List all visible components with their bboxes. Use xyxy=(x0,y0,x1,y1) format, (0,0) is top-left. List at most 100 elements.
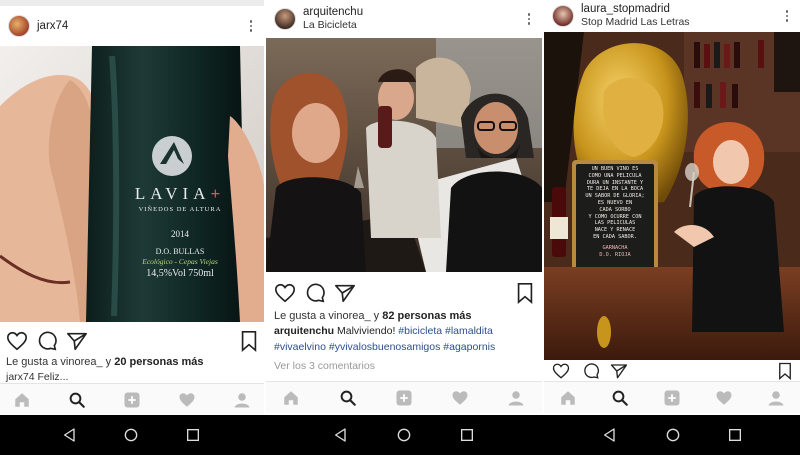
chalk-line: LAS PELICULAS xyxy=(594,220,636,227)
location[interactable]: La Bicicleta xyxy=(303,19,524,32)
chalk-line: Y COMO OCURRE CON xyxy=(588,213,642,220)
comment-icon[interactable] xyxy=(582,362,600,380)
add-icon[interactable] xyxy=(123,391,141,409)
label-do: D.O. BULLAS xyxy=(155,247,205,256)
profile-icon[interactable] xyxy=(767,389,785,407)
home-circle-icon[interactable] xyxy=(665,427,681,443)
likes-summary[interactable]: Le gusta a vinorea_ y 20 personas más xyxy=(6,356,204,368)
label-brand-mark: + xyxy=(210,184,226,203)
back-icon[interactable] xyxy=(602,427,618,443)
home-circle-icon[interactable] xyxy=(396,427,412,443)
comment-icon[interactable] xyxy=(36,330,58,352)
chalk-line: CADA SORBO xyxy=(599,206,631,213)
heart-icon[interactable] xyxy=(552,362,570,380)
chalk-line: UN BUEN VINO ES xyxy=(591,166,639,172)
post-panel-laura-stopmadrid: laura_stopmadrid Stop Madrid Las Letras xyxy=(544,0,800,415)
add-icon[interactable] xyxy=(395,389,413,407)
chalk-line: ES NUEVO EN xyxy=(597,199,633,206)
hashtag[interactable]: #lamaldita xyxy=(445,325,493,337)
bookmark-icon[interactable] xyxy=(776,362,794,380)
likes-prefix: Le gusta a vinorea_ y xyxy=(6,356,115,368)
chalk-line: COMO UNA PELICULA xyxy=(588,172,642,179)
share-icon[interactable] xyxy=(334,282,356,304)
comment-icon[interactable] xyxy=(304,282,326,304)
post-photo-wine-bottle[interactable]: LAVIA+ VIÑEDOS DE ALTURA 2014 D.O. BULLA… xyxy=(0,46,264,322)
label-brand: LAVIA xyxy=(134,184,211,203)
post-caption: arquitenchu Malviviendo! #bicicleta #lam… xyxy=(274,323,536,355)
hashtag[interactable]: #bicicleta xyxy=(398,325,442,337)
likes-prefix: Le gusta a vinorea_ y xyxy=(274,310,383,322)
share-icon[interactable] xyxy=(610,362,628,380)
heart-icon[interactable] xyxy=(274,282,296,304)
activity-heart-icon[interactable] xyxy=(178,391,196,409)
chalk-line: NACE Y RENACE xyxy=(594,227,636,234)
label-subtitle: VIÑEDOS DE ALTURA xyxy=(138,206,222,213)
profile-icon[interactable] xyxy=(233,391,251,409)
back-icon[interactable] xyxy=(62,427,78,443)
post-header: arquitenchu La Bicicleta xyxy=(266,5,542,33)
likes-count: 82 personas más xyxy=(382,310,472,322)
bottom-navbar xyxy=(544,381,800,413)
location[interactable]: Stop Madrid Las Letras xyxy=(581,16,782,29)
recents-icon[interactable] xyxy=(185,427,201,443)
likes-count: 20 personas más xyxy=(114,356,204,368)
caption-username[interactable]: arquitenchu xyxy=(274,325,334,337)
username[interactable]: arquitenchu xyxy=(303,6,524,19)
chalk-line: EN CADA SABOR. xyxy=(593,233,637,240)
chalk-line: UN SABOR DE GLORIA; xyxy=(585,193,645,200)
home-icon[interactable] xyxy=(282,389,300,407)
home-icon[interactable] xyxy=(559,389,577,407)
more-options-icon[interactable] xyxy=(782,10,792,22)
chalk-line: DURA UN INSTANTE Y xyxy=(586,179,644,186)
chalk-line: TE DEJA EN LA BOCA xyxy=(586,186,644,193)
bookmark-icon[interactable] xyxy=(238,330,260,352)
chalkboard: UN BUEN VINO ES COMO UNA PELICULA DURA U… xyxy=(578,166,652,258)
search-icon[interactable] xyxy=(339,389,357,407)
status-strip xyxy=(0,0,264,6)
hashtag[interactable]: #yvivalosbuenosamigos xyxy=(329,341,440,353)
chalk-footer: GARNACHA xyxy=(602,244,628,251)
hashtag[interactable]: #vivaelvino xyxy=(274,341,326,353)
chalk-footer: D.O. RIOJA xyxy=(599,251,631,258)
label-year: 2014 xyxy=(171,229,189,239)
bottom-navbar xyxy=(266,381,542,413)
post-actions xyxy=(0,330,264,354)
selfie-illustration xyxy=(266,38,542,272)
home-icon[interactable] xyxy=(13,391,31,409)
post-photo-friends-selfie[interactable] xyxy=(266,38,542,272)
view-comments-link[interactable]: Ver los 3 comentarios xyxy=(274,360,375,372)
profile-icon[interactable] xyxy=(507,389,525,407)
back-icon[interactable] xyxy=(333,427,349,443)
avatar[interactable] xyxy=(552,5,574,27)
username[interactable]: laura_stopmadrid xyxy=(581,3,782,16)
post-photo-lion-bar[interactable]: UN BUEN VINO ES COMO UNA PELICULA DURA U… xyxy=(544,32,800,360)
post-header: laura_stopmadrid Stop Madrid Las Letras xyxy=(544,2,800,30)
post-panel-arquitenchu: arquitenchu La Bicicleta Le gusta a vino… xyxy=(266,0,542,415)
activity-heart-icon[interactable] xyxy=(451,389,469,407)
bottle-label: LAVIA+ VIÑEDOS DE ALTURA 2014 D.O. BULLA… xyxy=(122,184,238,279)
bottom-navbar xyxy=(0,383,264,415)
recents-icon[interactable] xyxy=(727,427,743,443)
activity-heart-icon[interactable] xyxy=(715,389,733,407)
label-abv: 14,5%Vol 750ml xyxy=(146,268,214,279)
username[interactable]: jarx74 xyxy=(37,20,246,33)
search-icon[interactable] xyxy=(611,389,629,407)
more-options-icon[interactable] xyxy=(246,20,256,32)
home-circle-icon[interactable] xyxy=(123,427,139,443)
post-panel-jarx74: jarx74 LAVIA+ VIÑEDOS DE ALTURA 2014 D.O… xyxy=(0,0,264,415)
avatar[interactable] xyxy=(8,15,30,37)
hashtag[interactable]: #agapornis xyxy=(443,341,495,353)
caption-text: Malviviendo! xyxy=(334,325,399,337)
avatar[interactable] xyxy=(274,8,296,30)
post-actions xyxy=(266,282,542,306)
likes-summary[interactable]: Le gusta a vinorea_ y 82 personas más xyxy=(274,310,472,322)
more-options-icon[interactable] xyxy=(524,13,534,25)
recents-icon[interactable] xyxy=(459,427,475,443)
add-icon[interactable] xyxy=(663,389,681,407)
heart-icon[interactable] xyxy=(6,330,28,352)
search-icon[interactable] xyxy=(68,391,86,409)
bookmark-icon[interactable] xyxy=(514,282,536,304)
android-system-bar xyxy=(0,415,800,455)
label-eco: Ecológico - Cepas Viejas xyxy=(142,257,218,266)
share-icon[interactable] xyxy=(66,330,88,352)
